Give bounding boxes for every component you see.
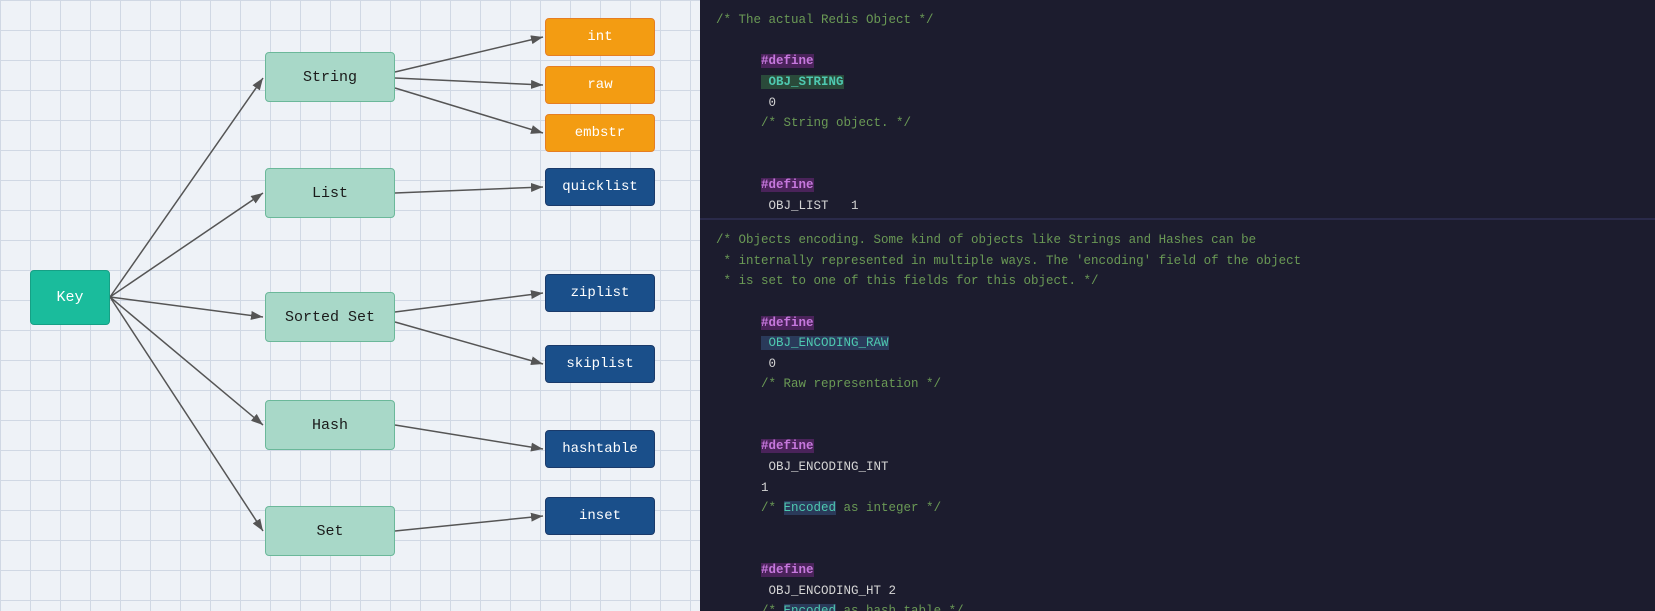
ziplist-encoding-node: ziplist [545, 274, 655, 312]
embstr-encoding-node: embstr [545, 114, 655, 152]
code-bottom-comment-2: * internally represented in multiple way… [716, 251, 1639, 272]
code-bottom-comment-1: /* Objects encoding. Some kind of object… [716, 230, 1639, 251]
quicklist-label: quicklist [562, 179, 638, 195]
string-label: String [303, 69, 357, 86]
code-line-list: #define OBJ_LIST 1 /* List object. */ [716, 154, 1639, 220]
set-node: Set [265, 506, 395, 556]
inset-label: inset [579, 508, 621, 524]
code-line-enc-int: #define OBJ_ENCODING_INT 1 /* Encoded as… [716, 416, 1639, 540]
diagram-area: Key String List Sorted Set Hash Set int … [0, 0, 700, 611]
inset-encoding-node: inset [545, 497, 655, 535]
ziplist-label: ziplist [571, 285, 630, 301]
raw-label: raw [587, 77, 612, 93]
embstr-label: embstr [575, 125, 625, 141]
int-encoding-node: int [545, 18, 655, 56]
hashtable-encoding-node: hashtable [545, 430, 655, 468]
list-node: List [265, 168, 395, 218]
key-label: Key [56, 289, 83, 306]
hash-node: Hash [265, 400, 395, 450]
string-node: String [265, 52, 395, 102]
define-kw-1: #define [761, 54, 814, 68]
code-area: /* The actual Redis Object */ #define OB… [700, 0, 1655, 611]
code-line-enc-ht: #define OBJ_ENCODING_HT 2 /* Encoded as … [716, 539, 1639, 611]
quicklist-encoding-node: quicklist [545, 168, 655, 206]
code-panel-bottom: /* Objects encoding. Some kind of object… [700, 220, 1655, 611]
define-kw-2: #define [761, 178, 814, 192]
skiplist-label: skiplist [566, 356, 633, 372]
sorted-set-node: Sorted Set [265, 292, 395, 342]
code-panel-top: /* The actual Redis Object */ #define OB… [700, 0, 1655, 220]
code-top-comment: /* The actual Redis Object */ [716, 10, 1639, 31]
skiplist-encoding-node: skiplist [545, 345, 655, 383]
hash-label: Hash [312, 417, 348, 434]
code-line-string: #define OBJ_STRING 0 /* String object. *… [716, 31, 1639, 155]
raw-encoding-node: raw [545, 66, 655, 104]
sorted-set-label: Sorted Set [285, 309, 375, 326]
list-label: List [312, 185, 348, 202]
set-label: Set [316, 523, 343, 540]
hashtable-label: hashtable [562, 441, 638, 457]
key-node: Key [30, 270, 110, 325]
int-label: int [587, 29, 612, 45]
code-line-raw: #define OBJ_ENCODING_RAW 0 /* Raw repres… [716, 292, 1639, 416]
code-bottom-comment-3: * is set to one of this fields for this … [716, 271, 1639, 292]
